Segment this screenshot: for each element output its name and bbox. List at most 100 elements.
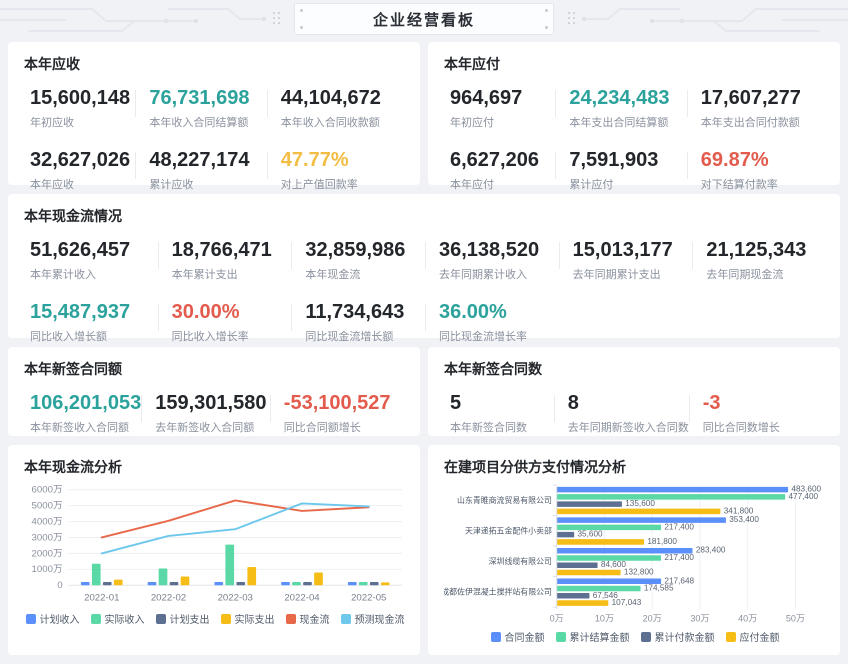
svg-text:2022-01: 2022-01 [84, 593, 119, 604]
legend-item[interactable]: 应付金额 [726, 629, 780, 644]
stat-label: 去年同期累计收入 [439, 266, 559, 282]
svg-text:10万: 10万 [595, 613, 614, 623]
stat-value: 15,600,148 [30, 87, 135, 110]
stat-upstream-collection-rate: 47.77% 对上产值回款率 [267, 149, 406, 192]
stat-label: 本年收入合同收款额 [281, 114, 406, 130]
svg-text:2022-04: 2022-04 [284, 593, 320, 604]
stat-label: 去年同期累计支出 [573, 266, 693, 282]
svg-text:181,800: 181,800 [647, 537, 677, 546]
stat-value: 15,487,937 [30, 301, 158, 324]
legend-item[interactable]: 现金流 [286, 611, 330, 626]
stat-cumulative-receivable: 48,227,174 累计应收 [135, 149, 266, 192]
stat-value: 44,104,672 [281, 87, 406, 110]
stat-value: 30.00% [172, 301, 292, 324]
legend-label: 计划收入 [40, 611, 80, 626]
legend-item[interactable]: 累计结算金额 [556, 629, 630, 644]
stat-label: 同比现金流增长额 [305, 328, 425, 344]
stat-value: 47.77% [281, 149, 406, 172]
header-dots-left-outer [273, 12, 280, 25]
page-title: 企业经营看板 [373, 9, 475, 30]
stat-value: 7,591,903 [569, 149, 686, 172]
svg-text:2022-02: 2022-02 [151, 593, 186, 604]
stat-value: 36.00% [439, 301, 559, 324]
stat-label: 对上产值回款率 [281, 176, 406, 192]
svg-text:30万: 30万 [690, 613, 709, 623]
stat-label: 同比合同额增长 [284, 419, 406, 435]
stat-value: 18,766,471 [172, 239, 292, 262]
legend-item[interactable]: 计划收入 [26, 611, 80, 626]
stat-downstream-payment-rate: 69.87% 对下结算付款率 [687, 149, 826, 192]
stat-expense-contract-settlement: 24,234,483 本年支出合同结算额 [555, 87, 686, 130]
stat-label: 本年累计收入 [30, 266, 158, 282]
stat-label: 本年应付 [450, 176, 555, 192]
stat-yoy-contract-count-growth: -3 同比合同数增长 [689, 392, 826, 435]
stat-yoy-contract-amount-growth: -53,100,527 同比合同额增长 [270, 392, 406, 435]
svg-text:40万: 40万 [738, 613, 757, 623]
legend-swatch-icon [91, 614, 101, 624]
stat-value: 51,626,457 [30, 239, 158, 262]
legend-item[interactable]: 合同金额 [491, 629, 545, 644]
stat-value: 32,859,986 [305, 239, 425, 262]
svg-text:1000万: 1000万 [32, 564, 63, 575]
stat-value: 15,013,177 [573, 239, 693, 262]
stat-label: 同比收入增长率 [172, 328, 292, 344]
legend-item[interactable]: 累计付款金额 [641, 629, 715, 644]
legend-label: 现金流 [300, 611, 330, 626]
card-cashflow-analysis-chart: 本年现金流分析 01000万2000万3000万4000万5000万6000万2… [8, 445, 420, 655]
card-cashflow-title: 本年现金流情况 [24, 206, 826, 226]
stat-value: 964,697 [450, 87, 555, 110]
stat-year-start-payable: 964,697 年初应付 [444, 87, 555, 130]
stat-value: 69.87% [701, 149, 826, 172]
svg-text:4000万: 4000万 [32, 516, 63, 527]
legend-swatch-icon [221, 614, 231, 624]
stat-label: 本年支出合同结算额 [569, 114, 686, 130]
stat-label: 年初应收 [30, 114, 135, 130]
stat-label: 去年同期新签收入合同数 [568, 419, 689, 435]
svg-text:50万: 50万 [786, 613, 805, 623]
legend-swatch-icon [491, 632, 501, 642]
legend-swatch-icon [556, 632, 566, 642]
svg-text:135,600: 135,600 [625, 499, 655, 508]
svg-text:477,400: 477,400 [788, 492, 818, 501]
legend-swatch-icon [341, 614, 351, 624]
stat-label: 本年应收 [30, 176, 135, 192]
stat-label: 去年新签收入合同额 [155, 419, 270, 435]
legend-item[interactable]: 计划支出 [156, 611, 210, 626]
svg-text:84,600: 84,600 [601, 560, 627, 569]
stat-label: 去年同期现金流 [706, 266, 826, 282]
circuit-decoration-left [0, 0, 278, 40]
stat-yoy-cashflow-growth-rate: 36.00% 同比现金流增长率 [425, 301, 559, 344]
card-receivable-title: 本年应收 [24, 54, 406, 74]
stat-value: 24,234,483 [569, 87, 686, 110]
svg-text:353,400: 353,400 [729, 515, 759, 524]
stat-label: 本年新签合同数 [450, 419, 554, 435]
svg-text:132,800: 132,800 [624, 567, 654, 576]
stat-lastyear-newsign-count: 8 去年同期新签收入合同数 [554, 392, 689, 435]
card-new-contract-count: 本年新签合同数 5 本年新签合同数 8 去年同期新签收入合同数 -3 同比合同数… [428, 347, 840, 436]
stat-label: 同比收入增长额 [30, 328, 158, 344]
svg-text:35,600: 35,600 [578, 530, 604, 539]
svg-text:174,585: 174,585 [644, 584, 674, 593]
title-corner-dot [545, 9, 548, 12]
legend-label: 合同金额 [505, 629, 545, 644]
stat-value: 5 [450, 392, 554, 415]
svg-text:2022-05: 2022-05 [351, 593, 386, 604]
legend-label: 实际支出 [235, 611, 275, 626]
stat-label: 本年收入合同结算额 [149, 114, 266, 130]
legend-item[interactable]: 实际收入 [91, 611, 145, 626]
stat-value: 159,301,580 [155, 392, 270, 415]
stat-label: 本年支出合同付款额 [701, 114, 826, 130]
svg-text:0万: 0万 [550, 613, 564, 623]
circuit-decoration-right [570, 0, 848, 40]
stat-label: 同比合同数增长 [703, 419, 826, 435]
stat-yoy-cashflow-growth-amount: 11,734,643 同比现金流增长额 [291, 301, 425, 344]
svg-text:217,400: 217,400 [664, 553, 694, 562]
legend-item[interactable]: 实际支出 [221, 611, 275, 626]
svg-text:5000万: 5000万 [32, 501, 63, 512]
legend-item[interactable]: 预测现金流 [341, 611, 405, 626]
svg-text:山东青睢商流贸易有限公司: 山东青睢商流贸易有限公司 [457, 495, 552, 505]
stat-lastyear-expense: 15,013,177 去年同期累计支出 [559, 239, 693, 282]
legend-swatch-icon [156, 614, 166, 624]
supplier-payment-hbar-chart: 0万10万20万30万40万50万山东青睢商流贸易有限公司483,600477,… [444, 483, 826, 626]
stat-income-contract-settlement: 76,731,698 本年收入合同结算额 [135, 87, 266, 130]
